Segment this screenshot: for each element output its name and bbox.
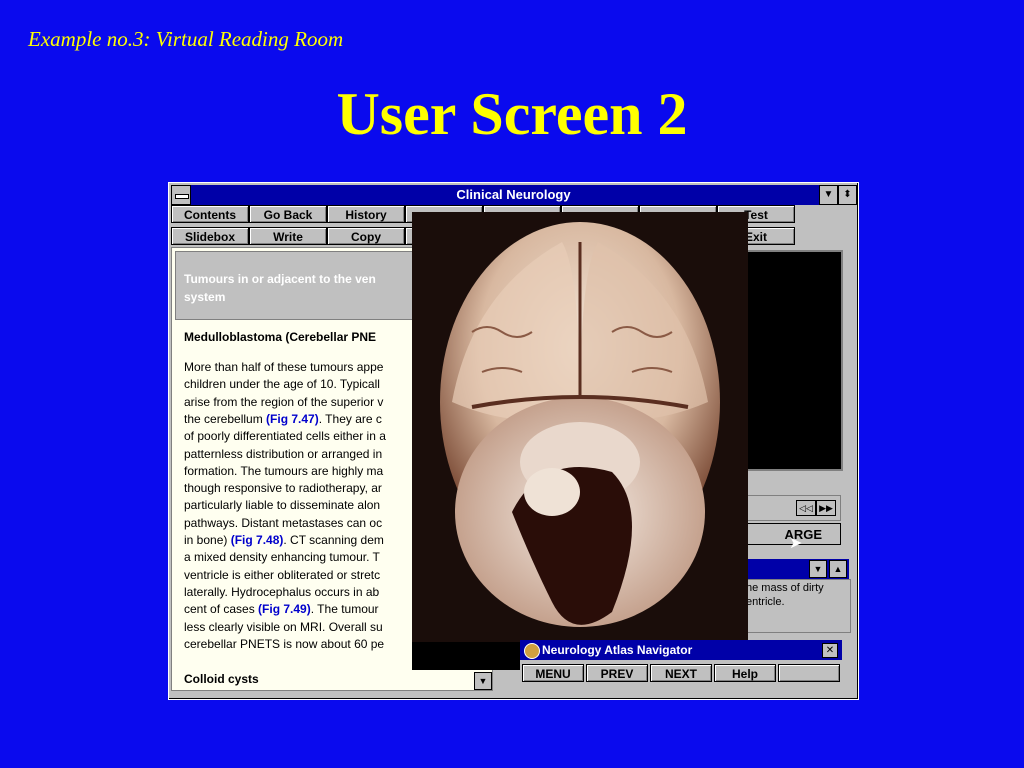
body-text: cent of cases (184, 602, 259, 617)
mouse-pointer-icon: ➤ (789, 535, 803, 552)
figure-controls: ◁◁ ▶▶ (745, 495, 841, 521)
navigator-title: Neurology Atlas Navigator (542, 643, 693, 657)
body-text: less clearly visible on MRI. Overall su (184, 619, 383, 634)
chapter-heading-line-1: Tumours in or adjacent to the ven (184, 272, 376, 286)
next-section-heading: Colloid cysts (184, 672, 259, 686)
body-text: a mixed density enhancing tumour. T (184, 550, 380, 565)
body-line: formation. The tumours are highly ma (184, 464, 383, 478)
chapter-heading-line-2: system (184, 290, 226, 304)
body-text: children under the age of 10. Typicall (184, 377, 380, 392)
body-line: arise from the region of the superior v (184, 395, 383, 409)
body-text: More than half of these tumours appe (184, 360, 384, 374)
body-line: a mixed density enhancing tumour. T (184, 550, 380, 564)
body-text: patternless distribution or arranged in (184, 446, 383, 461)
body-line: cerebellar PNETS is now about 60 pe (184, 637, 384, 651)
body-text: arise from the region of the superior v (184, 394, 384, 409)
scroll-down-arrow-icon[interactable]: ▼ (474, 672, 492, 690)
restore-icon[interactable]: ⬍ (838, 185, 857, 205)
figure-link[interactable]: (Fig 7.48) (231, 533, 284, 547)
fast-forward-icon[interactable]: ▶▶ (816, 500, 836, 516)
body-text: particularly liable to disseminate alon (184, 498, 381, 513)
body-line: More than half of these tumours appe (184, 360, 383, 374)
nav-menu-button[interactable]: MENU (522, 664, 584, 682)
figure-link[interactable]: (Fig 7.49) (258, 602, 311, 616)
slidebox-button[interactable]: Slidebox (171, 227, 249, 245)
body-line: ventricle is either obliterated or stret… (184, 568, 380, 582)
body-line: patternless distribution or arranged in (184, 447, 382, 461)
rewind-icon[interactable]: ◁◁ (796, 500, 816, 516)
copy-button[interactable]: Copy (327, 227, 405, 245)
body-text: of poorly differentiated cells either in… (184, 429, 386, 444)
body-text: . They are c (318, 411, 382, 426)
body-text: though responsive to radiotherapy, ar (184, 481, 382, 496)
body-line: in bone) (Fig 7.48). CT scanning dem (184, 533, 384, 547)
window-titlebar: Clinical Neurology ▼ ⬍ (171, 185, 857, 205)
caption-bar: ▼ ▲ (737, 559, 849, 579)
history-button[interactable]: History (327, 205, 405, 223)
body-line: of poorly differentiated cells either in… (184, 429, 386, 443)
brain-image (412, 212, 748, 670)
figure-viewer-panel (745, 250, 843, 471)
minimize-icon[interactable]: ▼ (819, 185, 838, 205)
body-text: ventricle is either obliterated or stret… (184, 567, 381, 582)
caption-line-2: entricle. (746, 596, 785, 608)
body-text: laterally. Hydrocephalus occurs in ab (184, 584, 380, 599)
body-text: cerebellar PNETS is now about 60 pe (184, 636, 385, 651)
navigator-titlebar: Neurology Atlas Navigator ✕ (520, 640, 842, 660)
section-heading: Medulloblastoma (Cerebellar PNE (184, 330, 377, 344)
go-back-button[interactable]: Go Back (249, 205, 327, 223)
contents-button[interactable]: Contents (171, 205, 249, 223)
nav-help-button[interactable]: Help (714, 664, 776, 682)
figure-caption-box: he mass of dirty entricle. (737, 579, 851, 633)
body-text: . CT scanning dem (283, 533, 384, 547)
window-title: Clinical Neurology (456, 187, 571, 202)
body-text: the cerebellum (184, 411, 267, 426)
nav-blank-button[interactable] (778, 664, 840, 682)
body-line: though responsive to radiotherapy, ar (184, 481, 382, 495)
caption-line-1: he mass of dirty (746, 582, 824, 594)
navigator-app-icon (524, 643, 540, 659)
atlas-navigator: Neurology Atlas Navigator ✕ MENU PREV NEXT… (520, 640, 842, 686)
close-icon[interactable]: ✕ (822, 643, 838, 658)
caption-up-icon[interactable]: ▲ (829, 560, 847, 578)
body-line: laterally. Hydrocephalus occurs in ab (184, 585, 379, 599)
body-text: . The tumour (310, 602, 379, 617)
body-text: formation. The tumours are highly ma (184, 463, 384, 478)
nav-next-button[interactable]: NEXT (650, 664, 712, 682)
caption-dropdown-icon[interactable]: ▼ (809, 560, 827, 578)
nav-prev-button[interactable]: PREV (586, 664, 648, 682)
write-button[interactable]: Write (249, 227, 327, 245)
brain-photograph (412, 212, 748, 670)
body-line: less clearly visible on MRI. Overall su (184, 620, 383, 634)
body-line: cent of cases (Fig 7.49). The tumour (184, 602, 379, 616)
slide-caption: Example no.3: Virtual Reading Room (28, 27, 344, 51)
body-line: children under the age of 10. Typicall (184, 377, 380, 391)
body-line: particularly liable to disseminate alon (184, 498, 380, 512)
body-line: pathways. Distant metastases can oc (184, 516, 382, 530)
figure-link[interactable]: (Fig 7.47) (266, 412, 319, 426)
chapter-heading: Tumours in or adjacent to the ven system (184, 270, 376, 306)
body-text: pathways. Distant metastases can oc (184, 515, 383, 530)
slide-title: User Screen 2 (336, 81, 688, 147)
body-line: the cerebellum (Fig 7.47). They are c (184, 412, 382, 426)
body-text: in bone) (184, 533, 231, 547)
